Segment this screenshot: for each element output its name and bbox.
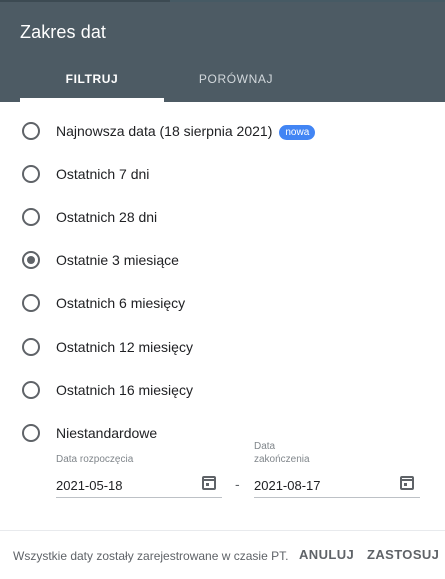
tab-compare[interactable]: PORÓWNAJ — [164, 72, 308, 86]
active-tab-indicator — [20, 98, 164, 102]
option-latest-date[interactable]: Najnowsza data (18 sierpnia 2021) nowa — [20, 116, 420, 146]
end-date-label-line1: Data — [254, 441, 276, 452]
footer-divider — [0, 530, 445, 531]
option-label: Ostatnich 6 miesięcy — [56, 295, 186, 311]
radio-button[interactable] — [22, 424, 40, 442]
dialog-title: Zakres dat — [20, 22, 107, 42]
option-last-6-months[interactable]: Ostatnich 6 miesięcy — [20, 288, 420, 318]
option-label: Ostatnich 12 miesięcy — [56, 339, 193, 355]
radio-button[interactable] — [22, 122, 40, 140]
option-custom[interactable]: Niestandardowe — [20, 418, 420, 448]
timezone-note: Wszystkie daty zostały zarejestrowane w … — [13, 549, 289, 563]
calendar-icon[interactable] — [400, 476, 414, 490]
radio-button[interactable] — [22, 338, 40, 356]
radio-button-selected[interactable] — [22, 251, 40, 269]
radio-button[interactable] — [22, 165, 40, 183]
new-badge: nowa — [279, 125, 316, 140]
option-label: Ostatnich 28 dni — [56, 209, 158, 225]
start-date-label: Data rozpoczęcia — [56, 454, 134, 465]
radio-button[interactable] — [22, 294, 40, 312]
option-last-16-months[interactable]: Ostatnich 16 miesięcy — [20, 375, 420, 405]
end-date-label-line2: zakończenia — [254, 454, 310, 465]
range-separator: - — [235, 476, 240, 492]
radio-button[interactable] — [22, 381, 40, 399]
radio-dot — [27, 256, 35, 264]
calendar-icon[interactable] — [202, 476, 216, 490]
option-label: Ostatnie 3 miesiące — [56, 252, 179, 268]
dialog-header: Zakres dat FILTRUJ PORÓWNAJ — [0, 2, 445, 102]
option-last-28-days[interactable]: Ostatnich 28 dni — [20, 202, 420, 232]
start-date-value[interactable]: 2021-05-18 — [56, 478, 123, 493]
cancel-button[interactable]: ANULUJ — [299, 547, 354, 562]
apply-button[interactable]: ZASTOSUJ — [367, 547, 439, 562]
option-last-12-months[interactable]: Ostatnich 12 miesięcy — [20, 332, 420, 362]
end-date-value[interactable]: 2021-08-17 — [254, 478, 321, 493]
start-date-field[interactable]: Data rozpoczęcia 2021-05-18 — [56, 452, 222, 498]
option-label: Niestandardowe — [56, 425, 158, 441]
option-label: Najnowsza data (18 sierpnia 2021) nowa — [56, 123, 316, 140]
option-label: Ostatnich 16 miesięcy — [56, 382, 193, 398]
end-date-field[interactable]: Data zakończenia 2021-08-17 — [254, 441, 420, 498]
option-last-7-days[interactable]: Ostatnich 7 dni — [20, 159, 420, 189]
option-last-3-months[interactable]: Ostatnie 3 miesiące — [20, 245, 420, 275]
radio-button[interactable] — [22, 208, 40, 226]
option-label-text: Najnowsza data (18 sierpnia 2021) — [56, 123, 273, 139]
tab-filter[interactable]: FILTRUJ — [20, 72, 164, 86]
option-label: Ostatnich 7 dni — [56, 166, 150, 182]
